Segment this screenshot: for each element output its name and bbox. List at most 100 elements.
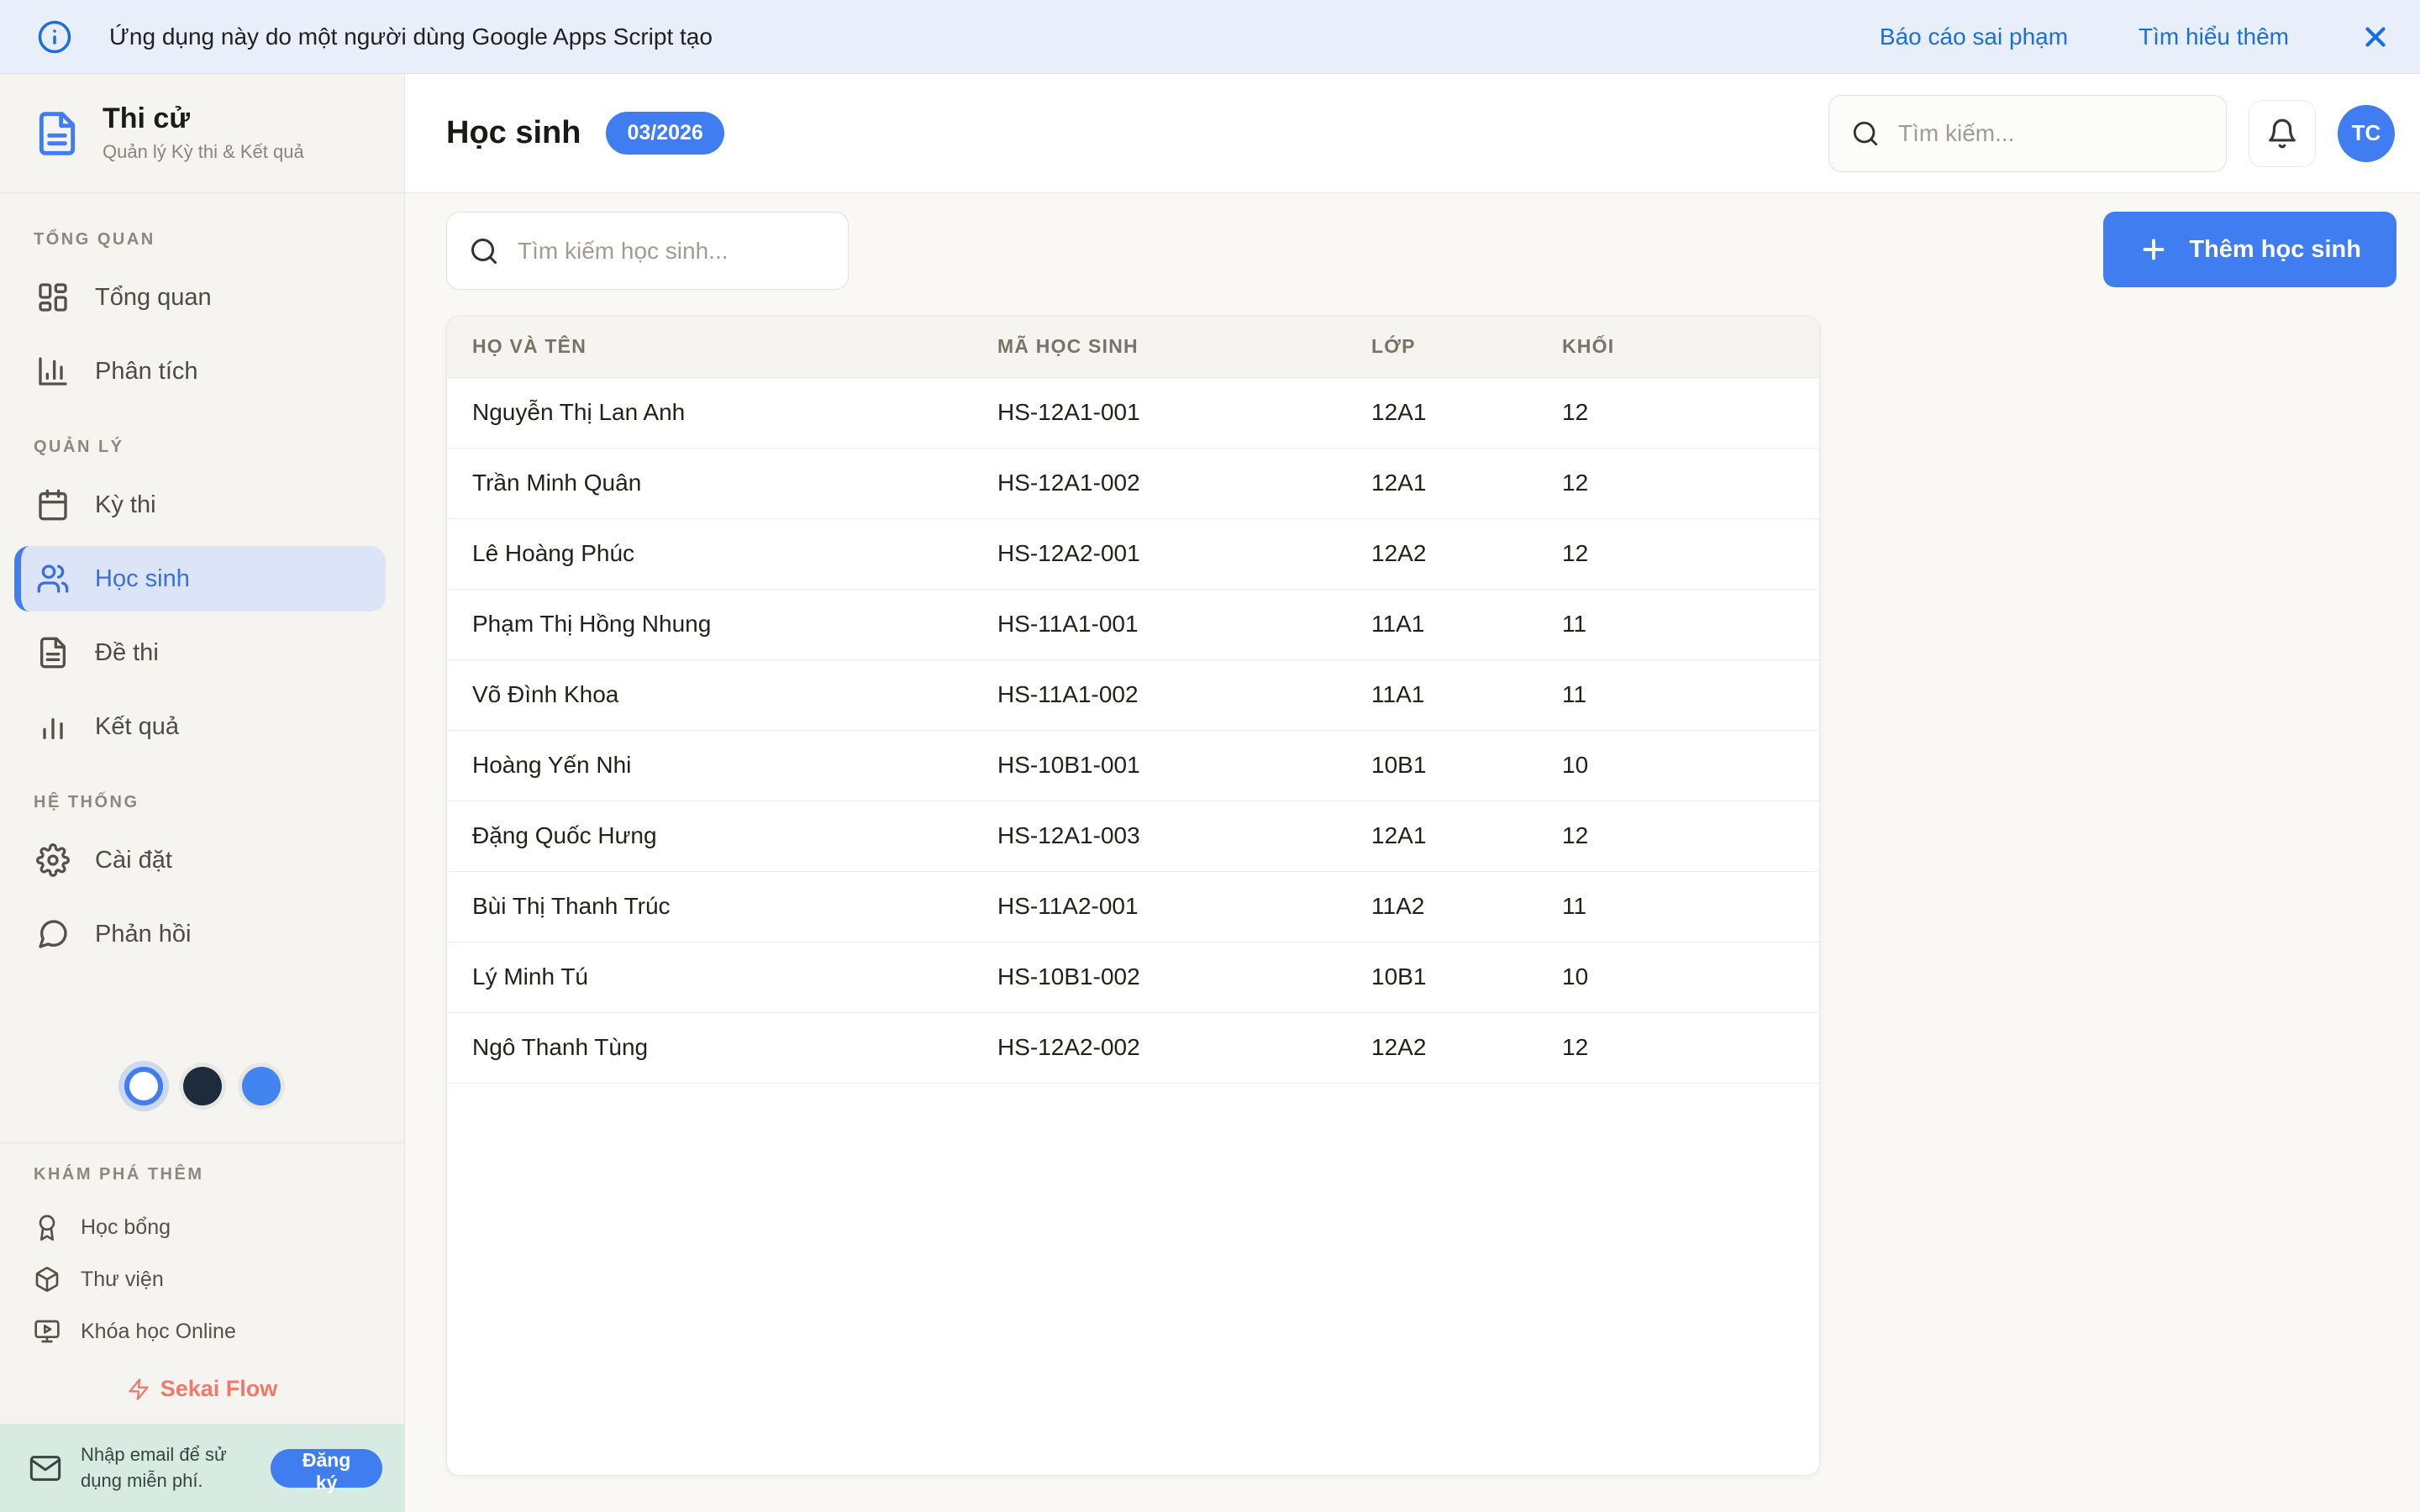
sekai-flow-label: Sekai Flow <box>160 1376 278 1402</box>
cell-student-id: HS-11A1-002 <box>972 659 1346 730</box>
avatar[interactable]: TC <box>2338 105 2395 162</box>
mail-icon <box>29 1452 62 1485</box>
cell-class: 12A1 <box>1346 801 1537 871</box>
cell-name: Võ Đình Khoa <box>447 659 972 730</box>
students-table-card: HỌ VÀ TÊN MÃ HỌC SINH LỚP KHỐI Nguyễn Th… <box>446 316 1820 1476</box>
dashboard-grid-icon <box>36 281 70 314</box>
column-header-class: LỚP <box>1346 317 1537 377</box>
cell-student-id: HS-12A1-001 <box>972 377 1346 448</box>
cell-student-id: HS-12A2-001 <box>972 518 1346 589</box>
app-subtitle: Quản lý Kỳ thi & Kết quả <box>103 141 304 163</box>
gear-icon <box>36 843 70 877</box>
student-search-input[interactable] <box>516 237 826 265</box>
email-signup-bar: Nhập email để sử dụng miễn phí. Đăng ký <box>0 1424 404 1512</box>
period-badge: 03/2026 <box>606 112 723 155</box>
cell-class: 12A1 <box>1346 448 1537 518</box>
cell-student-id: HS-10B1-001 <box>972 730 1346 801</box>
page-title: Học sinh <box>446 115 581 151</box>
sidebar-item-label: Kỳ thi <box>95 491 156 519</box>
nav-section-system: HỆ THỐNG <box>34 793 371 812</box>
global-search[interactable] <box>1828 95 2227 172</box>
cell-name: Đặng Quốc Hưng <box>447 801 972 871</box>
cell-name: Ngô Thanh Tùng <box>447 1012 972 1083</box>
bar-chart-icon <box>36 354 70 388</box>
sidebar-item-ket-qua[interactable]: Kết quả <box>14 694 386 759</box>
table-row[interactable]: Lê Hoàng PhúcHS-12A2-00112A212 <box>447 518 1820 589</box>
sidebar-item-ky-thi[interactable]: Kỳ thi <box>14 472 386 538</box>
search-icon <box>469 236 499 266</box>
cell-student-id: HS-12A1-002 <box>972 448 1346 518</box>
table-row[interactable]: Ngô Thanh TùngHS-12A2-00212A212 <box>447 1012 1820 1083</box>
signup-button[interactable]: Đăng ký <box>271 1449 382 1488</box>
table-row[interactable]: Lý Minh TúHS-10B1-00210B110 <box>447 942 1820 1012</box>
sidebar-item-label: Phản hồi <box>95 921 192 948</box>
sidebar-item-khoa-hoc-online[interactable]: Khóa học Online <box>34 1305 379 1357</box>
sidebar-item-thu-vien[interactable]: Thư viện <box>34 1253 379 1305</box>
table-row[interactable]: Bùi Thị Thanh TrúcHS-11A2-00111A211 <box>447 871 1820 942</box>
cell-class: 10B1 <box>1346 730 1537 801</box>
theme-swatch-light-selected[interactable] <box>124 1067 163 1105</box>
table-header-row: HỌ VÀ TÊN MÃ HỌC SINH LỚP KHỐI <box>447 317 1820 377</box>
sidebar-item-cai-dat[interactable]: Cài đặt <box>14 827 386 893</box>
cell-grade: 12 <box>1537 377 1820 448</box>
notifications-button[interactable] <box>2249 100 2316 167</box>
sidebar-item-hoc-bong[interactable]: Học bổng <box>34 1201 379 1253</box>
theme-swatch-blue[interactable] <box>242 1067 281 1105</box>
file-text-icon <box>36 636 70 669</box>
column-header-student-id: MÃ HỌC SINH <box>972 317 1346 377</box>
student-search[interactable] <box>446 212 849 290</box>
table-row[interactable]: Hoàng Yến NhiHS-10B1-00110B110 <box>447 730 1820 801</box>
award-icon <box>34 1214 60 1241</box>
plus-icon <box>2139 234 2169 265</box>
column-header-name: HỌ VÀ TÊN <box>447 317 972 377</box>
cell-grade: 11 <box>1537 589 1820 659</box>
sidebar-item-label: Đề thi <box>95 639 159 667</box>
sidebar-item-label: Cài đặt <box>95 847 172 874</box>
sidebar-item-label: Phân tích <box>95 358 198 386</box>
column-header-grade: KHỐI <box>1537 317 1820 377</box>
sidebar-item-label: Tổng quan <box>95 284 212 312</box>
sidebar: Thi cử Quản lý Kỳ thi & Kết quả TỔNG QUA… <box>0 74 405 1512</box>
theme-swatch-dark[interactable] <box>183 1067 222 1105</box>
box-icon <box>34 1266 60 1293</box>
add-student-button[interactable]: Thêm học sinh <box>2103 212 2396 287</box>
cell-student-id: HS-12A1-003 <box>972 801 1346 871</box>
cell-class: 11A1 <box>1346 589 1537 659</box>
table-row[interactable]: Võ Đình KhoaHS-11A1-00211A111 <box>447 659 1820 730</box>
sidebar-item-de-thi[interactable]: Đề thi <box>14 620 386 685</box>
cell-student-id: HS-11A1-001 <box>972 589 1346 659</box>
chat-bubble-icon <box>36 917 70 951</box>
sekai-flow-promo[interactable]: Sekai Flow <box>0 1357 404 1424</box>
app-title: Thi cử <box>103 103 304 134</box>
cell-name: Trần Minh Quân <box>447 448 972 518</box>
global-search-input[interactable] <box>1897 119 2204 148</box>
cell-class: 12A2 <box>1346 518 1537 589</box>
report-abuse-link[interactable]: Báo cáo sai phạm <box>1880 24 2068 50</box>
sidebar-item-label: Học bổng <box>81 1215 171 1240</box>
close-icon[interactable] <box>2360 21 2391 53</box>
email-signup-text: Nhập email để sử dụng miễn phí. <box>81 1442 252 1494</box>
page-header: Học sinh 03/2026 TC <box>405 74 2420 193</box>
sidebar-item-phan-hoi[interactable]: Phản hồi <box>14 901 386 967</box>
sidebar-item-hoc-sinh[interactable]: Học sinh <box>14 546 386 612</box>
app-brand: Thi cử Quản lý Kỳ thi & Kết quả <box>0 74 404 193</box>
banner-message: Ứng dụng này do một người dùng Google Ap… <box>109 24 713 50</box>
calendar-icon <box>36 488 70 522</box>
gas-warning-banner: Ứng dụng này do một người dùng Google Ap… <box>0 0 2420 74</box>
cell-student-id: HS-12A2-002 <box>972 1012 1346 1083</box>
cell-name: Lê Hoàng Phúc <box>447 518 972 589</box>
table-row[interactable]: Trần Minh QuânHS-12A1-00212A112 <box>447 448 1820 518</box>
cell-name: Nguyễn Thị Lan Anh <box>447 377 972 448</box>
learn-more-link[interactable]: Tìm hiểu thêm <box>2139 24 2289 50</box>
bar-chart-2-icon <box>36 710 70 743</box>
cell-grade: 12 <box>1537 518 1820 589</box>
sidebar-item-tong-quan[interactable]: Tổng quan <box>14 265 386 330</box>
table-row[interactable]: Đặng Quốc HưngHS-12A1-00312A112 <box>447 801 1820 871</box>
cell-student-id: HS-10B1-002 <box>972 942 1346 1012</box>
table-row[interactable]: Phạm Thị Hồng NhungHS-11A1-00111A111 <box>447 589 1820 659</box>
cell-class: 10B1 <box>1346 942 1537 1012</box>
sidebar-item-phan-tich[interactable]: Phân tích <box>14 339 386 404</box>
students-page-content: Thêm học sinh HỌ VÀ TÊN MÃ HỌC SINH LỚP … <box>405 193 2420 1512</box>
cell-grade: 12 <box>1537 448 1820 518</box>
table-row[interactable]: Nguyễn Thị Lan AnhHS-12A1-00112A112 <box>447 377 1820 448</box>
